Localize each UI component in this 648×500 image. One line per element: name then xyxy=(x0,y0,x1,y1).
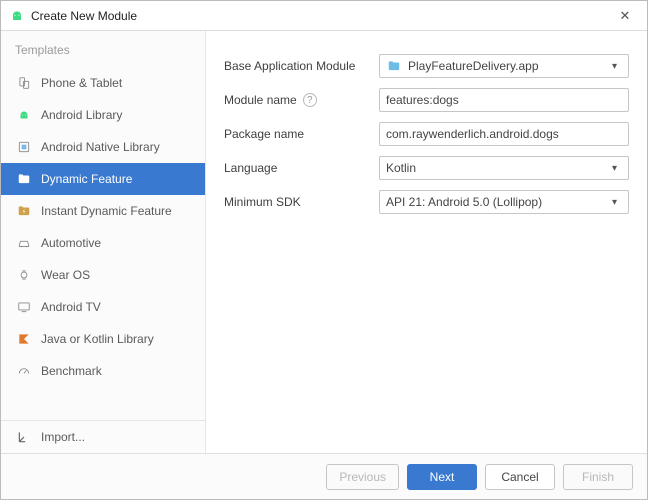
sidebar-item-label: Instant Dynamic Feature xyxy=(41,204,172,218)
dialog-footer: Previous Next Cancel Finish xyxy=(1,453,647,499)
sidebar-item-label: Android TV xyxy=(41,300,101,314)
dialog-title: Create New Module xyxy=(31,9,611,23)
sidebar-item-android-library[interactable]: Android Library xyxy=(1,99,205,131)
native-icon xyxy=(15,139,33,155)
gauge-icon xyxy=(15,363,33,379)
cancel-button[interactable]: Cancel xyxy=(485,464,555,490)
sidebar-item-label: Benchmark xyxy=(41,364,102,378)
base-module-dropdown[interactable]: PlayFeatureDelivery.app ▾ xyxy=(379,54,629,78)
titlebar: Create New Module ✕ xyxy=(1,1,647,31)
sidebar-item-instant-dynamic-feature[interactable]: Instant Dynamic Feature xyxy=(1,195,205,227)
previous-button: Previous xyxy=(326,464,399,490)
chevron-down-icon: ▾ xyxy=(612,61,622,72)
label-base-module: Base Application Module xyxy=(224,59,379,73)
sidebar-item-label: Android Library xyxy=(41,108,122,122)
label-language: Language xyxy=(224,161,379,175)
min-sdk-value: API 21: Android 5.0 (Lollipop) xyxy=(386,195,612,209)
sidebar-item-automotive[interactable]: Automotive xyxy=(1,227,205,259)
create-module-dialog: Create New Module ✕ Templates Phone & Ta… xyxy=(0,0,648,500)
chevron-down-icon: ▾ xyxy=(612,163,622,174)
sidebar-item-label: Phone & Tablet xyxy=(41,76,122,90)
form-panel: Base Application Module PlayFeatureDeliv… xyxy=(206,31,647,453)
base-module-value: PlayFeatureDelivery.app xyxy=(408,59,612,73)
chevron-down-icon: ▾ xyxy=(612,197,622,208)
folder-icon xyxy=(15,171,33,187)
sidebar-item-android-tv[interactable]: Android TV xyxy=(1,291,205,323)
label-package-name: Package name xyxy=(224,127,379,141)
sidebar-item-label: Android Native Library xyxy=(41,140,160,154)
sidebar-item-java-or-kotlin-library[interactable]: Java or Kotlin Library xyxy=(1,323,205,355)
finish-button: Finish xyxy=(563,464,633,490)
tv-icon xyxy=(15,299,33,315)
kotlin-icon xyxy=(15,331,33,347)
sidebar: Templates Phone & Tablet Android Library A… xyxy=(1,31,206,453)
sidebar-item-phone-tablet[interactable]: Phone & Tablet xyxy=(1,67,205,99)
help-icon[interactable]: ? xyxy=(303,93,317,107)
folder-bolt-icon xyxy=(15,203,33,219)
import-icon xyxy=(15,429,33,445)
language-value: Kotlin xyxy=(386,161,612,175)
sidebar-item-label: Automotive xyxy=(41,236,101,250)
sidebar-import[interactable]: Import... xyxy=(1,421,205,453)
sidebar-item-label: Dynamic Feature xyxy=(41,172,132,186)
package-name-input[interactable] xyxy=(379,122,629,146)
android-icon xyxy=(15,107,33,123)
sidebar-header: Templates xyxy=(1,31,205,67)
module-name-input[interactable] xyxy=(379,88,629,112)
watch-icon xyxy=(15,267,33,283)
sidebar-item-wear-os[interactable]: Wear OS xyxy=(1,259,205,291)
car-icon xyxy=(15,235,33,251)
sidebar-list: Phone & Tablet Android Library Android Nat… xyxy=(1,67,205,420)
sidebar-item-android-native-library[interactable]: Android Native Library xyxy=(1,131,205,163)
sidebar-item-label: Java or Kotlin Library xyxy=(41,332,154,346)
module-folder-icon xyxy=(386,58,402,74)
sidebar-item-label: Wear OS xyxy=(41,268,90,282)
sidebar-import-label: Import... xyxy=(41,430,85,444)
sidebar-item-benchmark[interactable]: Benchmark xyxy=(1,355,205,387)
label-min-sdk: Minimum SDK xyxy=(224,195,379,209)
next-button[interactable]: Next xyxy=(407,464,477,490)
android-logo-icon xyxy=(9,8,25,24)
label-module-name: Module name ? xyxy=(224,93,379,107)
sidebar-item-dynamic-feature[interactable]: Dynamic Feature xyxy=(1,163,205,195)
phone-tablet-icon xyxy=(15,75,33,91)
close-icon[interactable]: ✕ xyxy=(611,8,639,24)
language-dropdown[interactable]: Kotlin ▾ xyxy=(379,156,629,180)
min-sdk-dropdown[interactable]: API 21: Android 5.0 (Lollipop) ▾ xyxy=(379,190,629,214)
